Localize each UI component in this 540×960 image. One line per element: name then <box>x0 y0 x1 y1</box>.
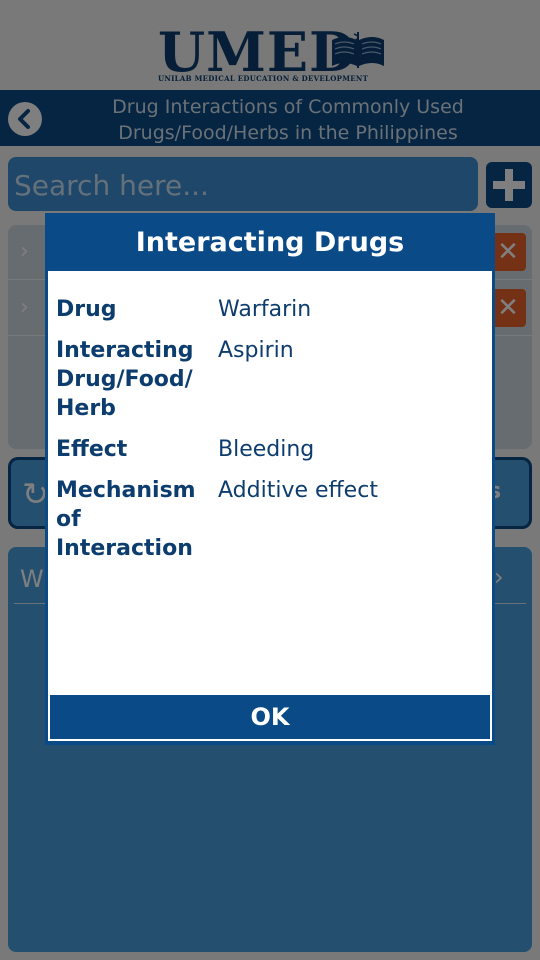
field-label: Effect <box>56 437 128 462</box>
field-value: Bleeding <box>218 437 315 462</box>
ok-button[interactable]: OK <box>48 695 492 741</box>
field-value: Warfarin <box>218 297 312 322</box>
interacting-drugs-dialog: Interacting Drugs Drug Warfarin Interact… <box>45 213 495 745</box>
field-value: Additive effect <box>218 478 378 503</box>
field-value: Aspirin <box>218 338 294 363</box>
field-label: Drug <box>56 297 117 322</box>
dialog-body: Drug Warfarin Interacting Drug/Food/ Her… <box>48 271 492 695</box>
field-label: Mechanism of Interaction <box>56 478 196 561</box>
field-label: Interacting Drug/Food/ Herb <box>56 338 194 421</box>
dialog-title: Interacting Drugs <box>135 227 405 258</box>
